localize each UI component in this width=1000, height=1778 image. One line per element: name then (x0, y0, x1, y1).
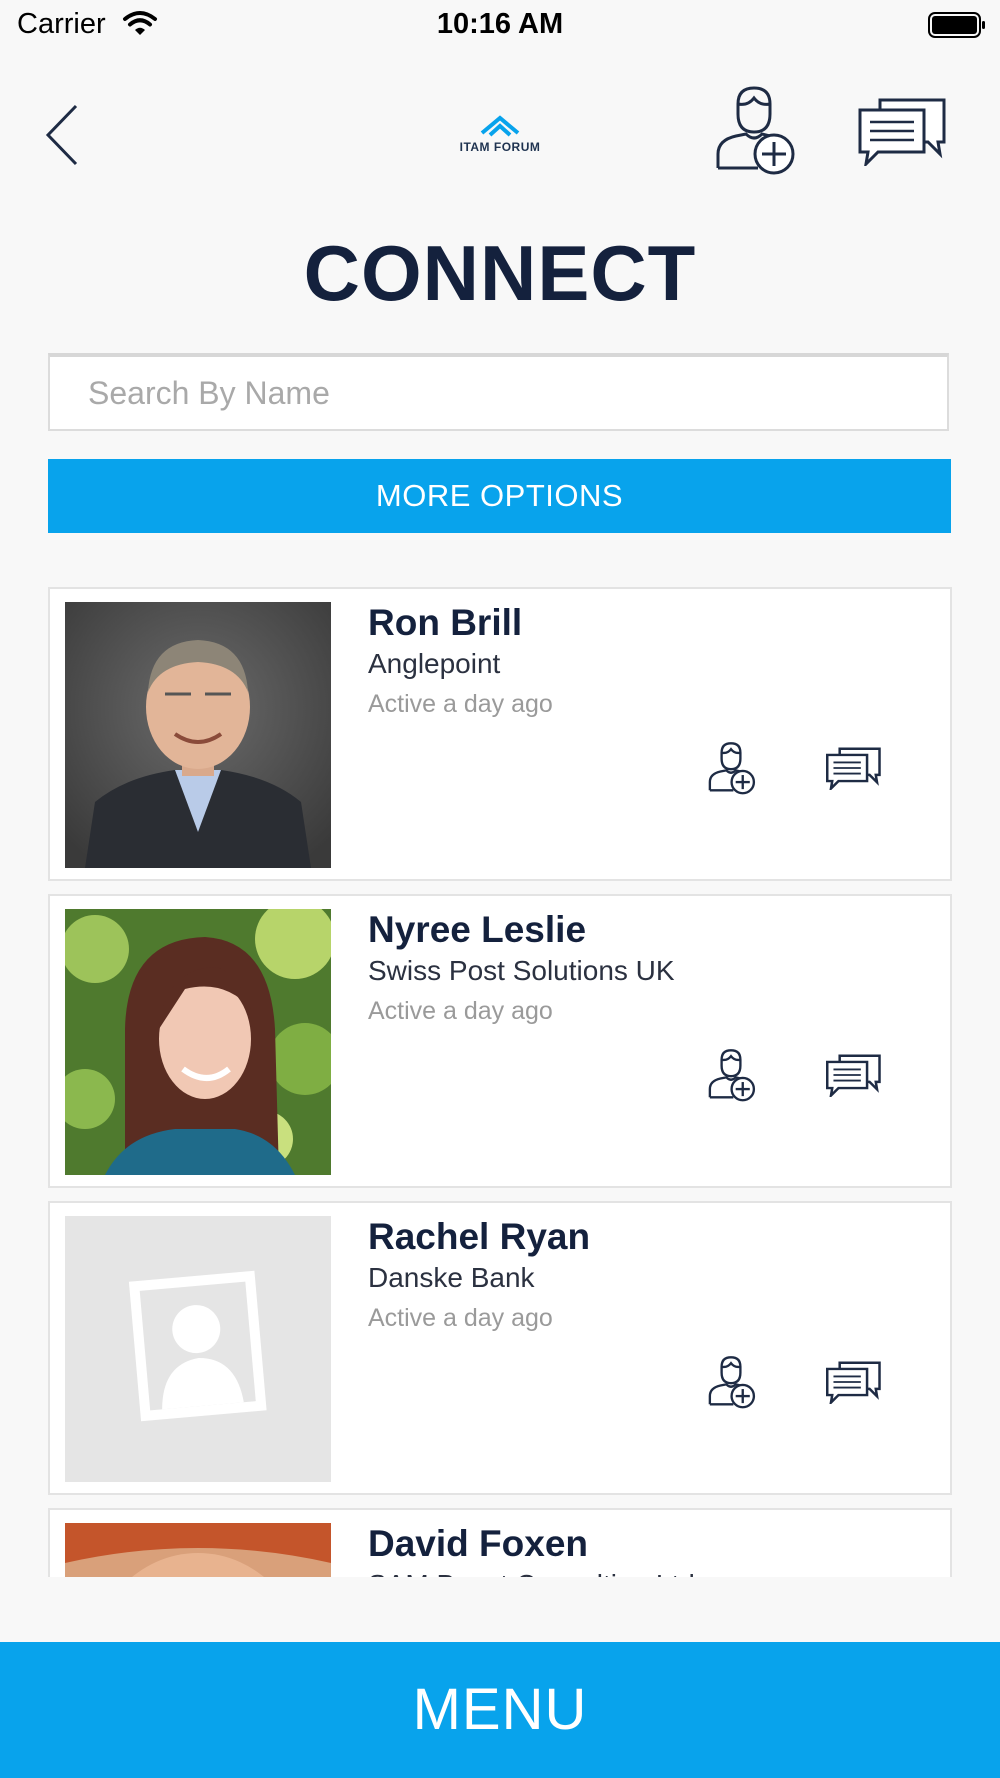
menu-button[interactable]: MENU (0, 1642, 1000, 1778)
chat-bubbles-icon (826, 1054, 881, 1100)
person-activity: Active a day ago (368, 690, 553, 718)
list-item[interactable]: Nyree Leslie Swiss Post Solutions UK Act… (48, 894, 952, 1188)
connect-button[interactable] (706, 1048, 756, 1107)
profile-photo[interactable] (65, 1523, 331, 1577)
profile-photo[interactable] (65, 602, 331, 868)
search-input[interactable] (50, 357, 947, 429)
user-add-icon (716, 86, 795, 175)
logo-text: ITAM FORUM (459, 140, 541, 154)
itam-forum-logo: ITAM FORUM (455, 115, 545, 155)
add-contact-button[interactable] (712, 84, 796, 181)
connect-button[interactable] (706, 741, 756, 800)
person-name[interactable]: Ron Brill (368, 602, 522, 644)
status-bar: Carrier 10:16 AM (0, 0, 1000, 50)
messages-button[interactable] (858, 96, 948, 171)
person-activity: Active a day ago (368, 1304, 553, 1332)
logo-mark-icon (480, 115, 520, 137)
profile-photo[interactable] (65, 1216, 331, 1482)
person-company: SAM Boost Consulting Ltd (368, 1569, 695, 1577)
person-activity: Active a day ago (368, 997, 553, 1025)
user-add-icon (708, 742, 756, 795)
person-company: Swiss Post Solutions UK (368, 955, 675, 986)
battery-icon (928, 12, 985, 38)
chat-bubbles-icon (858, 98, 946, 169)
person-company: Anglepoint (368, 648, 501, 679)
message-button[interactable] (826, 746, 882, 795)
status-time: 10:16 AM (436, 8, 564, 40)
people-list[interactable]: Ron Brill Anglepoint Active a day ago Ny… (48, 587, 952, 1577)
message-button[interactable] (826, 1360, 882, 1409)
profile-photo[interactable] (65, 909, 331, 1175)
chevron-left-icon (45, 104, 78, 166)
person-name[interactable]: Rachel Ryan (368, 1216, 590, 1258)
chat-bubbles-icon (826, 1361, 881, 1407)
user-add-icon (708, 1356, 756, 1409)
person-name[interactable]: David Foxen (368, 1523, 588, 1565)
placeholder-avatar-icon (65, 1216, 331, 1482)
list-item[interactable]: Rachel Ryan Danske Bank Active a day ago (48, 1201, 952, 1495)
person-name[interactable]: Nyree Leslie (368, 909, 586, 951)
list-item[interactable]: David Foxen SAM Boost Consulting Ltd (48, 1508, 952, 1577)
chat-bubbles-icon (826, 747, 881, 793)
list-item[interactable]: Ron Brill Anglepoint Active a day ago (48, 587, 952, 881)
back-button[interactable] (38, 100, 88, 170)
connect-button[interactable] (706, 1355, 756, 1414)
message-button[interactable] (826, 1053, 882, 1102)
user-add-icon (708, 1049, 756, 1102)
person-company: Danske Bank (368, 1262, 535, 1293)
page-title: CONNECT (303, 229, 697, 317)
search-field[interactable] (48, 353, 949, 431)
more-options-button[interactable]: MORE OPTIONS (48, 459, 951, 533)
